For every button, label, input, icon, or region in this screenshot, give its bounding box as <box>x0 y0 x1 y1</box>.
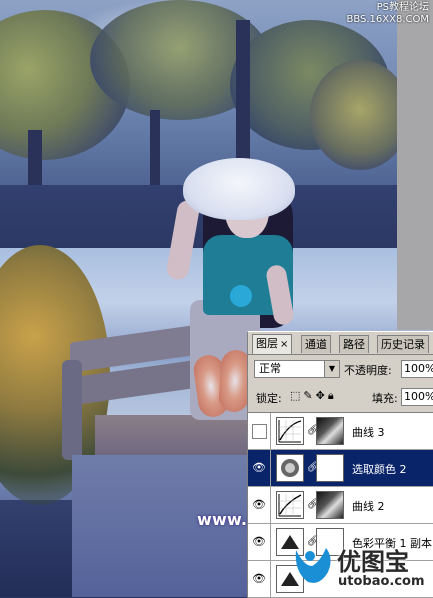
eye-icon[interactable]: 👁︎ <box>251 534 267 550</box>
lock-label: 锁定: <box>256 392 282 405</box>
layer-name: 选取颜色 2 <box>352 463 407 476</box>
fill-input[interactable]: 100% <box>401 388 433 406</box>
forum-watermark-line2: BBS.16XX8.COM <box>346 14 429 25</box>
forum-watermark-line1: PS教程论坛 <box>376 2 429 13</box>
divider <box>270 524 271 560</box>
layer-mask-thumbnail[interactable] <box>316 454 344 482</box>
opacity-input[interactable]: 100% <box>401 360 433 378</box>
tab-channels[interactable]: 通道 <box>301 335 331 353</box>
tab-layers[interactable]: 图层 × <box>252 334 293 354</box>
tab-history[interactable]: 历史记录 <box>377 335 429 353</box>
tab-paths-label: 路径 <box>343 338 365 351</box>
layer-row[interactable]: 👁︎ 🔗︎ 曲线 2 <box>248 487 433 524</box>
fill-label: 填充: <box>372 392 398 405</box>
tab-history-label: 历史记录 <box>381 338 425 351</box>
lock-move-icon[interactable]: ✥ <box>316 389 328 402</box>
eye-icon[interactable]: 👁︎ <box>251 497 267 513</box>
panel-tabs: 图层 × 通道 路径 历史记录 <box>248 332 433 355</box>
utobao-logo: 优图宝 utobao.com <box>290 540 433 597</box>
eye-icon[interactable]: 👁︎ <box>251 460 267 476</box>
lock-paint-icon[interactable]: ✎ <box>303 389 315 402</box>
lock-row: 锁定: ⬚✎✥🔒︎ 填充: 100% <box>248 386 433 408</box>
bench-seat <box>95 415 255 460</box>
white-hat <box>183 158 295 220</box>
logo-text-cn: 优图宝 <box>337 548 409 576</box>
chevron-down-icon[interactable]: ▼ <box>324 361 339 377</box>
blend-mode-select[interactable]: 正常 ▼ <box>254 360 340 378</box>
lock-icons: ⬚✎✥🔒︎ <box>290 389 337 403</box>
opacity-label: 不透明度: <box>344 364 392 377</box>
layer-mask-thumbnail[interactable] <box>316 491 344 519</box>
layer-name: 曲线 3 <box>352 426 385 439</box>
visibility-toggle[interactable] <box>252 424 267 439</box>
tree-canopy <box>310 60 410 170</box>
tab-channels-label: 通道 <box>305 338 327 351</box>
logo-text-en: utobao.com <box>338 574 425 589</box>
divider <box>270 413 271 449</box>
layer-row-selected[interactable]: 👁︎ 🔗︎ 选取颜色 2 <box>248 450 433 487</box>
tab-layers-label: 图层 <box>256 337 278 350</box>
selective-color-icon <box>276 454 304 482</box>
canvas-gray-strip <box>397 0 433 330</box>
dress-flower <box>230 285 252 307</box>
layer-mask-thumbnail[interactable] <box>316 417 344 445</box>
layer-row[interactable]: 🔗︎ 曲线 3 <box>248 413 433 450</box>
lock-all-icon[interactable]: 🔒︎ <box>328 389 337 402</box>
lock-transparency-icon[interactable]: ⬚ <box>290 389 303 402</box>
tree-trunk <box>236 20 250 170</box>
tab-paths[interactable]: 路径 <box>339 335 369 353</box>
divider <box>270 450 271 486</box>
close-icon[interactable]: × <box>280 339 288 350</box>
divider <box>270 487 271 523</box>
utobao-logo-icon <box>295 548 331 583</box>
blend-row: 正常 ▼ 不透明度: 100% <box>248 358 433 380</box>
layer-name: 曲线 2 <box>352 500 385 513</box>
forum-watermark: PS教程论坛 BBS.16XX8.COM <box>346 2 429 26</box>
curves-icon <box>276 417 304 445</box>
blend-mode-value: 正常 <box>259 362 281 375</box>
bench-armrest <box>62 360 82 460</box>
curves-icon <box>276 491 304 519</box>
divider <box>270 561 271 597</box>
eye-icon[interactable]: 👁︎ <box>251 571 267 587</box>
